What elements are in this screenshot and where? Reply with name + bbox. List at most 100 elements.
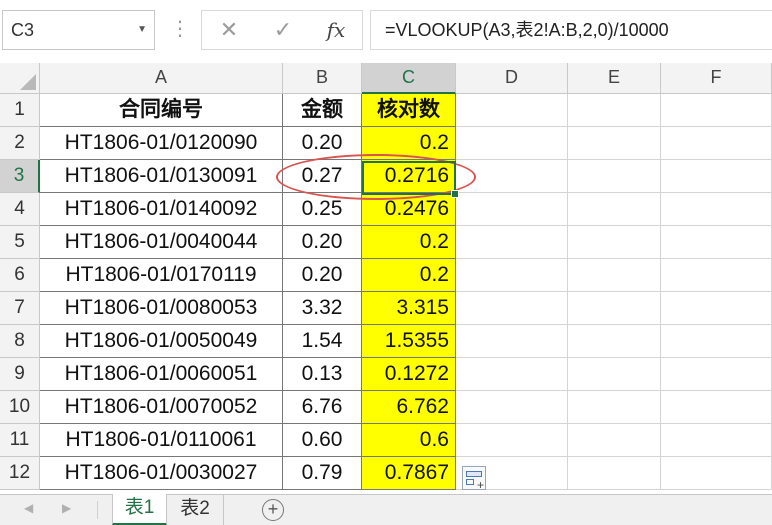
empty-cell[interactable] xyxy=(568,358,661,391)
empty-cell[interactable] xyxy=(456,94,568,127)
cell-a[interactable]: HT1806-01/0030027 xyxy=(40,457,283,490)
empty-cell[interactable] xyxy=(456,193,568,226)
cell-a[interactable]: HT1806-01/0140092 xyxy=(40,193,283,226)
empty-cell[interactable] xyxy=(568,325,661,358)
empty-cell[interactable] xyxy=(456,127,568,160)
empty-cell[interactable] xyxy=(568,127,661,160)
cell-c[interactable]: 6.762 xyxy=(362,391,456,424)
select-all-corner[interactable] xyxy=(0,63,40,94)
row-header[interactable]: 6 xyxy=(0,259,40,292)
cell-a[interactable]: HT1806-01/0120090 xyxy=(40,127,283,160)
cell-a[interactable]: HT1806-01/0110061 xyxy=(40,424,283,457)
cell-b[interactable]: 0.27 xyxy=(283,160,362,193)
splitter-dots-icon[interactable]: ⋮ xyxy=(170,14,190,46)
cell-b[interactable]: 0.20 xyxy=(283,127,362,160)
row-header[interactable]: 8 xyxy=(0,325,40,358)
row-header[interactable]: 3 xyxy=(0,160,40,193)
empty-cell[interactable] xyxy=(661,127,772,160)
empty-cell[interactable] xyxy=(568,457,661,490)
cell-b[interactable]: 1.54 xyxy=(283,325,362,358)
cell-b[interactable]: 6.76 xyxy=(283,391,362,424)
empty-cell[interactable] xyxy=(456,259,568,292)
cell-c[interactable]: 3.315 xyxy=(362,292,456,325)
row-header[interactable]: 12 xyxy=(0,457,40,490)
cell-a[interactable]: HT1806-01/0130091 xyxy=(40,160,283,193)
column-header-a[interactable]: A xyxy=(40,63,283,94)
empty-cell[interactable] xyxy=(568,226,661,259)
empty-cell[interactable] xyxy=(568,160,661,193)
cell-b[interactable]: 0.25 xyxy=(283,193,362,226)
cell-c[interactable]: 0.7867 xyxy=(362,457,456,490)
empty-cell[interactable] xyxy=(456,292,568,325)
row-header[interactable]: 1 xyxy=(0,94,40,127)
empty-cell[interactable] xyxy=(661,358,772,391)
cell-a[interactable]: HT1806-01/0050049 xyxy=(40,325,283,358)
empty-cell[interactable] xyxy=(456,226,568,259)
cell-b[interactable]: 0.79 xyxy=(283,457,362,490)
cell-c[interactable]: 0.2 xyxy=(362,127,456,160)
empty-cell[interactable] xyxy=(661,391,772,424)
empty-cell[interactable] xyxy=(661,160,772,193)
empty-cell[interactable] xyxy=(456,424,568,457)
row-header[interactable]: 9 xyxy=(0,358,40,391)
empty-cell[interactable] xyxy=(456,160,568,193)
column-title-b[interactable]: 金额 xyxy=(283,94,362,127)
row-header[interactable]: 10 xyxy=(0,391,40,424)
formula-input[interactable]: =VLOOKUP(A3,表2!A:B,2,0)/10000 xyxy=(370,10,772,50)
empty-cell[interactable] xyxy=(661,193,772,226)
column-header-c[interactable]: C xyxy=(362,63,456,94)
cell-a[interactable]: HT1806-01/0070052 xyxy=(40,391,283,424)
cell-c[interactable]: 0.2716 xyxy=(362,160,456,193)
cell-a[interactable]: HT1806-01/0040044 xyxy=(40,226,283,259)
cell-c[interactable]: 1.5355 xyxy=(362,325,456,358)
column-header-e[interactable]: E xyxy=(568,63,661,94)
empty-cell[interactable] xyxy=(568,424,661,457)
name-box[interactable]: C3 ▼ xyxy=(2,10,155,50)
empty-cell[interactable] xyxy=(661,457,772,490)
column-header-d[interactable]: D xyxy=(456,63,568,94)
empty-cell[interactable] xyxy=(661,325,772,358)
next-sheet-icon[interactable]: ▶ xyxy=(62,501,71,515)
sheet-tab-2[interactable]: 表2 xyxy=(167,495,224,525)
cell-b[interactable]: 3.32 xyxy=(283,292,362,325)
column-title-c[interactable]: 核对数 xyxy=(362,94,456,127)
row-header[interactable]: 11 xyxy=(0,424,40,457)
empty-cell[interactable] xyxy=(661,226,772,259)
empty-cell[interactable] xyxy=(456,325,568,358)
empty-cell[interactable] xyxy=(568,94,661,127)
insert-function-icon[interactable]: fx xyxy=(320,11,352,49)
sheet-tab-1[interactable]: 表1 xyxy=(112,494,167,525)
cell-a[interactable]: HT1806-01/0060051 xyxy=(40,358,283,391)
empty-cell[interactable] xyxy=(661,424,772,457)
cell-c[interactable]: 0.2476 xyxy=(362,193,456,226)
row-header[interactable]: 4 xyxy=(0,193,40,226)
cell-c[interactable]: 0.6 xyxy=(362,424,456,457)
cell-b[interactable]: 0.20 xyxy=(283,226,362,259)
row-header[interactable]: 7 xyxy=(0,292,40,325)
empty-cell[interactable] xyxy=(568,292,661,325)
add-sheet-button[interactable]: + xyxy=(262,499,284,521)
empty-cell[interactable] xyxy=(456,391,568,424)
column-header-f[interactable]: F xyxy=(661,63,772,94)
empty-cell[interactable] xyxy=(568,193,661,226)
empty-cell[interactable] xyxy=(568,259,661,292)
column-header-b[interactable]: B xyxy=(283,63,362,94)
column-title-a[interactable]: 合同编号 xyxy=(40,94,283,127)
cell-a[interactable]: HT1806-01/0080053 xyxy=(40,292,283,325)
chevron-down-icon[interactable]: ▼ xyxy=(137,11,147,49)
empty-cell[interactable] xyxy=(661,94,772,127)
cell-c[interactable]: 0.2 xyxy=(362,226,456,259)
cell-b[interactable]: 0.20 xyxy=(283,259,362,292)
row-header[interactable]: 5 xyxy=(0,226,40,259)
row-header[interactable]: 2 xyxy=(0,127,40,160)
empty-cell[interactable] xyxy=(456,358,568,391)
empty-cell[interactable] xyxy=(661,259,772,292)
cell-b[interactable]: 0.60 xyxy=(283,424,362,457)
cell-b[interactable]: 0.13 xyxy=(283,358,362,391)
prev-sheet-icon[interactable]: ◀ xyxy=(24,501,33,515)
quick-analysis-icon[interactable]: + xyxy=(462,466,486,492)
empty-cell[interactable] xyxy=(568,391,661,424)
enter-icon[interactable]: ✓ xyxy=(268,11,298,49)
cell-c[interactable]: 0.1272 xyxy=(362,358,456,391)
cancel-icon[interactable]: ✕ xyxy=(214,11,244,49)
